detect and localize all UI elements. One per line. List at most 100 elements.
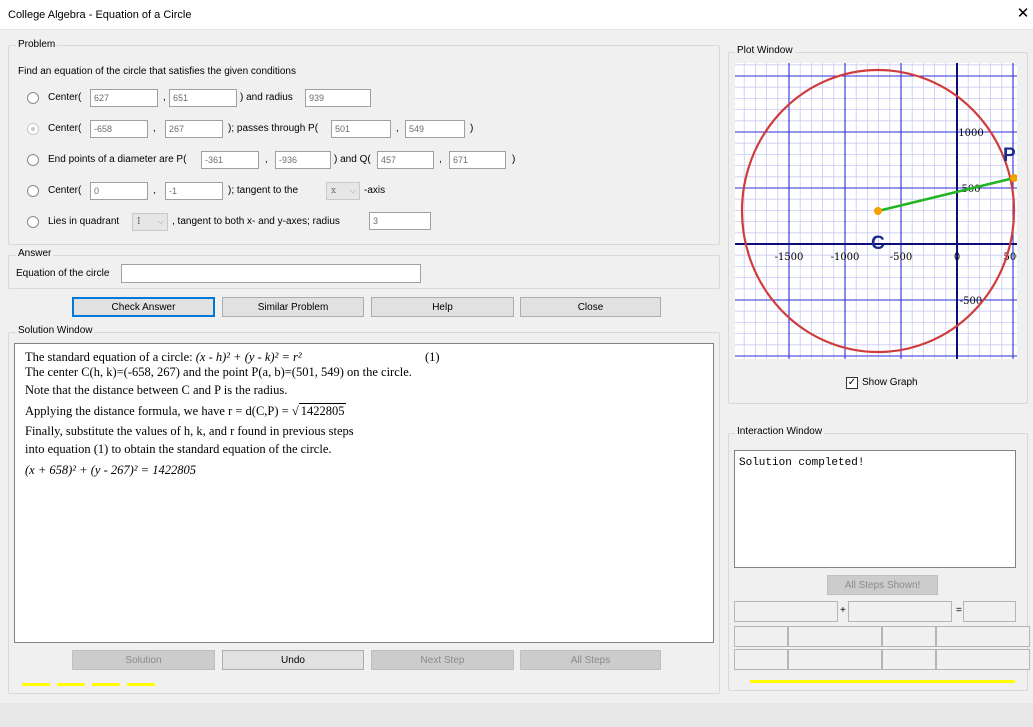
axis-select-value: x	[331, 186, 337, 196]
plus-sign: +	[840, 605, 846, 616]
solution-line7: (x + 658)² + (y - 267)² = 1422805	[25, 463, 196, 477]
all-steps-button[interactable]: All Steps	[520, 650, 661, 670]
check-answer-button[interactable]: Check Answer	[72, 297, 215, 317]
y-tick-label: 1000	[958, 128, 983, 139]
x-tick-label: -500	[890, 252, 912, 263]
solution-line4-radicand: 1422805	[298, 403, 347, 418]
row1-center-label: Center(	[48, 92, 82, 103]
row1-k-input[interactable]: 651	[169, 89, 237, 107]
row4-tangent-label: ); tangent to the	[228, 185, 299, 196]
row2-px-input[interactable]: 501	[331, 120, 391, 138]
answer-group-label: Answer	[16, 248, 54, 259]
row2-close-paren: )	[470, 123, 474, 134]
row2-k-input[interactable]: 267	[165, 120, 223, 138]
solution-line1-number: (1)	[425, 350, 440, 364]
row2-comma: ,	[153, 123, 156, 134]
chevron-down-icon: ⌵	[349, 186, 356, 195]
option-tangent-axis-radio[interactable]	[27, 185, 39, 197]
row2-py-input[interactable]: 549	[405, 120, 465, 138]
progress-marker	[127, 683, 155, 686]
row3-px-input[interactable]: -361	[201, 151, 259, 169]
input-cell[interactable]	[936, 626, 1030, 647]
interaction-group-label: Interaction Window	[735, 426, 825, 437]
input-cell[interactable]	[882, 649, 936, 670]
sqrt-symbol: √	[291, 404, 299, 418]
row1-h-input[interactable]: 627	[90, 89, 158, 107]
row4-comma: ,	[153, 185, 156, 196]
x-tick-label: 0	[954, 252, 960, 263]
row1-comma: ,	[163, 92, 166, 103]
interaction-message: Solution completed!	[739, 457, 865, 469]
progress-marker	[22, 683, 50, 686]
row3-qx-input[interactable]: 457	[377, 151, 434, 169]
option-quadrant-radio[interactable]	[27, 216, 39, 228]
row3-qy-input[interactable]: 671	[449, 151, 506, 169]
input-cell[interactable]	[788, 626, 882, 647]
solution-line2: The center C(h, k)=(-658, 267) and the p…	[25, 365, 412, 379]
next-step-button[interactable]: Next Step	[371, 650, 514, 670]
option-diameter-radio[interactable]	[27, 154, 39, 166]
solution-button[interactable]: Solution	[72, 650, 215, 670]
show-graph-checkbox[interactable]: ✓	[846, 377, 858, 389]
row3-q-label: ) and Q(	[334, 154, 371, 165]
input-cell[interactable]	[936, 649, 1030, 670]
solution-group-label: Solution Window	[16, 325, 95, 336]
status-strip	[0, 703, 1033, 727]
solution-line3: Note that the distance between C and P i…	[25, 383, 288, 397]
close-button[interactable]: Close	[520, 297, 661, 317]
row1-r-input[interactable]: 939	[305, 89, 371, 107]
row4-axis-label: -axis	[364, 185, 386, 196]
equals-sign: =	[956, 605, 962, 616]
row3-label: End points of a diameter are P(	[48, 154, 187, 165]
undo-button[interactable]: Undo	[222, 650, 364, 670]
interaction-text-area: Solution completed!	[734, 450, 1016, 568]
row2-comma2: ,	[396, 123, 399, 134]
input-cell[interactable]	[788, 649, 882, 670]
center-point	[874, 207, 882, 215]
input-cell[interactable]	[734, 601, 838, 622]
option-center-radius-radio[interactable]	[27, 92, 39, 104]
input-cell[interactable]	[963, 601, 1016, 622]
problem-prompt: Find an equation of the circle that sati…	[18, 66, 296, 77]
input-cell[interactable]	[734, 626, 788, 647]
quadrant-select[interactable]: I ⌵	[132, 213, 168, 231]
row2-h-input[interactable]: -658	[90, 120, 148, 138]
window-title: College Algebra - Equation of a Circle	[8, 9, 192, 21]
all-steps-shown-button[interactable]: All Steps Shown!	[827, 575, 938, 595]
progress-marker	[92, 683, 120, 686]
x-tick-label: -1500	[775, 252, 804, 263]
input-cell[interactable]	[734, 649, 788, 670]
solution-text-area: The standard equation of a circle: (x - …	[14, 343, 714, 643]
solution-line4-prefix: Applying the distance formula, we have r…	[25, 404, 289, 418]
axis-select[interactable]: x ⌵	[326, 182, 360, 200]
option-center-point-radio[interactable]	[27, 123, 39, 135]
solution-line6: into equation (1) to obtain the standard…	[25, 442, 332, 456]
progress-bar	[750, 680, 1015, 683]
close-window-icon[interactable]: ✕	[1016, 6, 1030, 22]
similar-problem-button[interactable]: Similar Problem	[222, 297, 364, 317]
solution-line1-equation: (x - h)² + (y - k)² = r²	[195, 350, 302, 364]
plot-group-label: Plot Window	[735, 45, 795, 56]
show-graph-label[interactable]: Show Graph	[862, 377, 918, 388]
answer-label: Equation of the circle	[16, 268, 110, 279]
row1-radius-label: ) and radius	[240, 92, 293, 103]
row5-r-input[interactable]: 3	[369, 212, 431, 230]
plot-canvas: -1500-1000-50005001000500-500 C P	[735, 63, 1017, 359]
point-p-label: P	[1003, 145, 1016, 166]
row4-k-input[interactable]: -1	[165, 182, 223, 200]
help-button[interactable]: Help	[371, 297, 514, 317]
quadrant-select-value: I	[137, 217, 141, 227]
row3-close-paren: )	[512, 154, 516, 165]
answer-input[interactable]	[121, 264, 421, 283]
progress-marker	[57, 683, 85, 686]
row3-py-input[interactable]: -936	[275, 151, 331, 169]
row4-h-input[interactable]: 0	[90, 182, 148, 200]
solution-line5: Finally, substitute the values of h, k, …	[25, 424, 354, 438]
row4-center-label: Center(	[48, 185, 82, 196]
input-cell[interactable]	[882, 626, 936, 647]
row5-tangent-label: , tangent to both x- and y-axes; radius	[172, 216, 340, 227]
input-cell[interactable]	[848, 601, 952, 622]
chevron-down-icon: ⌵	[157, 217, 164, 226]
problem-group-label: Problem	[16, 39, 58, 50]
row2-passes-label: ); passes through P(	[228, 123, 319, 134]
